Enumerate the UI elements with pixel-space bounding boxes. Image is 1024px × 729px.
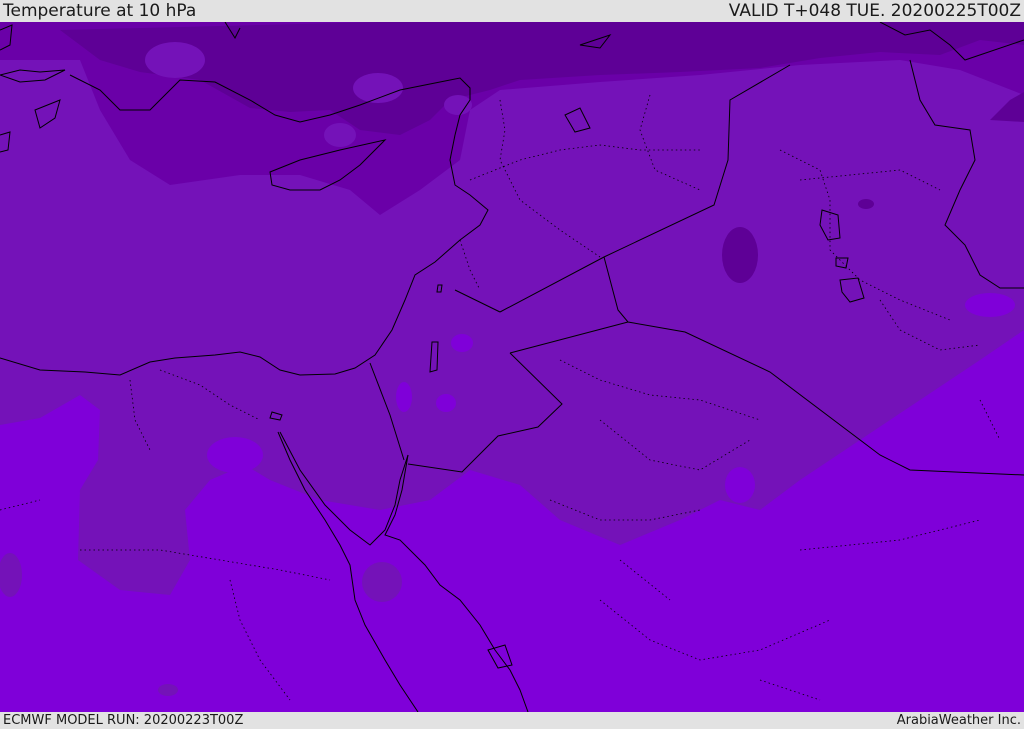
temperature-band-mid-patch [158,684,178,696]
temperature-band-warm [965,293,1015,317]
temperature-band-light [145,42,205,78]
credit-label: ArabiaWeather Inc. [896,713,1021,728]
temperature-band-coldest [858,199,874,209]
temperature-band-warm [436,394,456,412]
temperature-band-warm [207,437,263,473]
temperature-band-coldest [722,227,758,283]
weather-map[interactable] [0,22,1024,712]
temperature-band-warm [396,382,412,412]
temperature-band-light [444,95,472,115]
valid-time-label: VALID T+048 TUE. 20200225T00Z [728,1,1021,21]
footer-bar: ECMWF MODEL RUN: 20200223T00Z ArabiaWeat… [0,712,1024,729]
temperature-band-light [324,123,356,147]
temperature-band-warm [451,334,473,352]
map-title: Temperature at 10 hPa [3,1,197,21]
temperature-band-warm [725,467,755,503]
title-bar: Temperature at 10 hPa VALID T+048 TUE. 2… [0,0,1024,22]
model-run-label: ECMWF MODEL RUN: 20200223T00Z [3,713,244,728]
temperature-band-mid-patch [362,562,402,602]
